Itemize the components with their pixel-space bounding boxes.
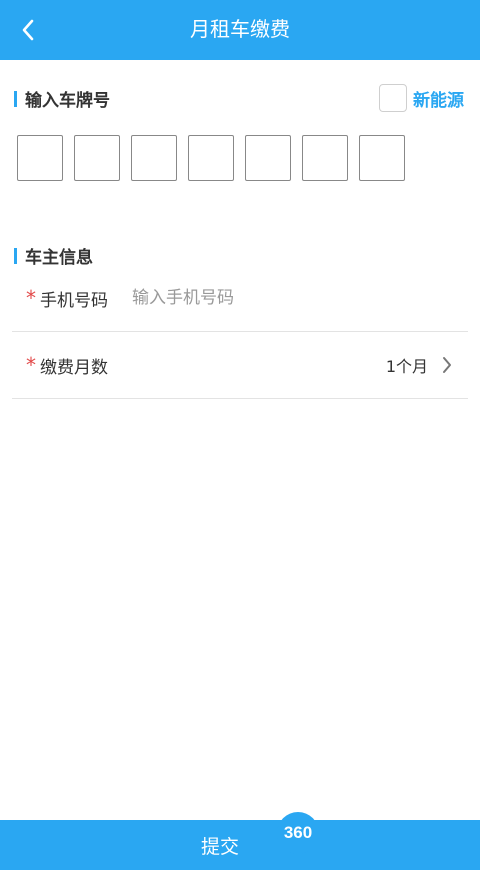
plate-char-box[interactable]: [359, 135, 405, 181]
section-accent-bar: [14, 247, 17, 264]
top-nav-bar: 月租车缴费: [0, 0, 480, 60]
plate-char-box[interactable]: [17, 135, 63, 181]
plate-char-box[interactable]: [131, 135, 177, 181]
floating-badge: 360: [277, 812, 319, 854]
plate-char-box[interactable]: [245, 135, 291, 181]
plate-char-box[interactable]: [188, 135, 234, 181]
plate-section-header: 输入车牌号: [14, 86, 110, 111]
plate-input-row: [17, 135, 416, 181]
required-mark: *: [26, 353, 36, 377]
months-value: 1个月: [385, 357, 428, 376]
phone-input[interactable]: [132, 288, 432, 308]
plate-char-box[interactable]: [74, 135, 120, 181]
phone-row: * 手机号码: [12, 265, 468, 332]
months-row[interactable]: * 缴费月数 1个月: [12, 332, 468, 399]
new-energy-toggle[interactable]: 新能源: [379, 84, 464, 112]
new-energy-checkbox[interactable]: [379, 84, 407, 112]
page-title: 月租车缴费: [190, 17, 290, 41]
plate-section-label: 输入车牌号: [25, 91, 110, 111]
plate-char-box[interactable]: [302, 135, 348, 181]
months-label: 缴费月数: [40, 357, 108, 378]
submit-button[interactable]: 提交: [0, 820, 480, 870]
new-energy-label: 新能源: [413, 90, 464, 111]
phone-label: 手机号码: [40, 290, 108, 311]
submit-label: 提交: [200, 835, 239, 858]
required-mark: *: [26, 286, 36, 310]
section-accent-bar: [14, 90, 17, 107]
chevron-right-icon: [440, 355, 454, 375]
